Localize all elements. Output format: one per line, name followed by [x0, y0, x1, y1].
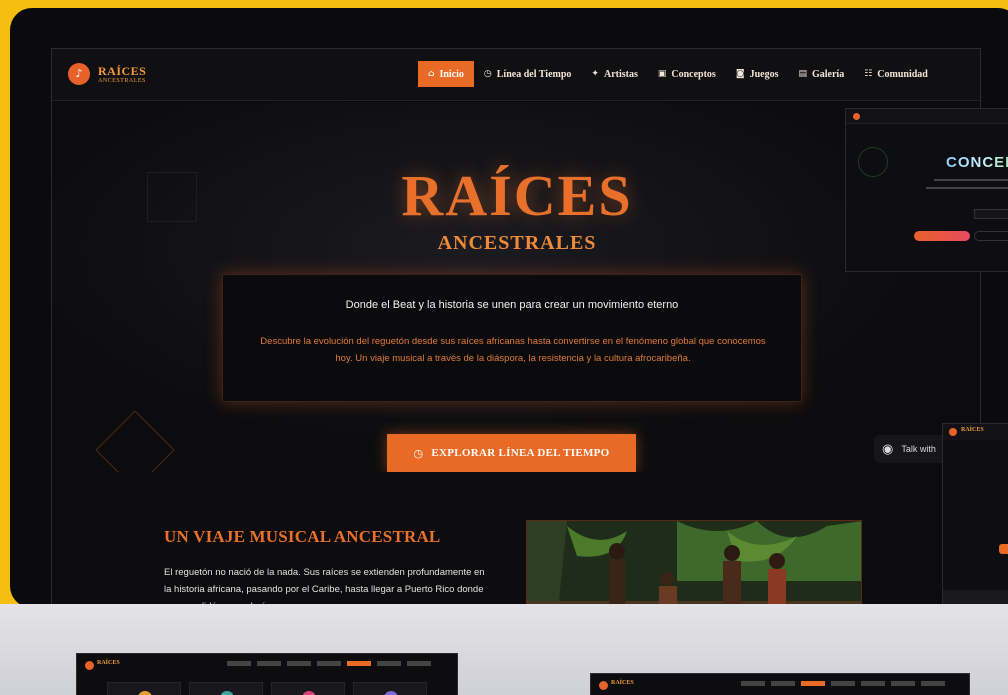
primary-button[interactable] — [914, 231, 970, 241]
mini-card[interactable] — [107, 682, 181, 695]
clock-icon: ◷ — [483, 69, 492, 79]
mini-screen-juegos: RAÍCES — [76, 653, 458, 695]
nav-item-label: Línea del Tiempo — [496, 68, 572, 80]
nav-item-conceptos[interactable]: ▣ Conceptos — [648, 61, 726, 87]
clock-icon: ◷ — [413, 446, 424, 460]
music-note-icon — [949, 428, 957, 436]
mini-card[interactable] — [271, 682, 345, 695]
mini-brand: RAÍCES — [611, 680, 634, 686]
thumbnail-footer — [943, 590, 1008, 604]
thumbnail-button[interactable] — [999, 544, 1008, 554]
book-icon: ▣ — [657, 69, 667, 79]
logo-title[interactable]: RAÍCES — [98, 64, 146, 79]
nav-item-label: Inicio — [439, 68, 464, 80]
logo-subtitle[interactable]: ANCESTRALES — [98, 78, 146, 84]
nav-item-label: Comunidad — [877, 68, 928, 80]
nav-item-artistas[interactable]: ✦ Artistas — [581, 61, 647, 87]
music-note-icon — [599, 681, 608, 690]
section-text: El reguetón no nació de la nada. Sus raí… — [164, 567, 485, 605]
headset-icon: ◉ — [882, 441, 894, 457]
section-title: UN VIAJE MUSICAL ANCESTRAL — [164, 527, 441, 546]
nav-item-comunidad[interactable]: ☷ Comunidad — [854, 61, 938, 87]
mini-card[interactable] — [189, 682, 263, 695]
nav-item-label: Artistas — [603, 68, 638, 80]
users-icon: ☷ — [864, 69, 873, 79]
nav-item-inicio[interactable]: ⌂ Inicio — [418, 61, 474, 87]
search-input[interactable] — [974, 209, 1008, 219]
mini-nav — [741, 681, 945, 688]
conceptos-page-thumbnail: CONCEP — [845, 108, 1008, 272]
mini-screen-galeria: RAÍCES — [590, 673, 970, 695]
chat-label: Talk with — [901, 444, 936, 454]
hero-tagline: Donde el Beat y la historia se unen para… — [345, 299, 679, 311]
hero-section: RAÍCES ANCESTRALES Donde el Beat y la hi… — [52, 102, 980, 490]
conceptos-title: CONCEP — [946, 154, 1008, 171]
side-page-thumbnail: RAÍCES — [942, 423, 1008, 605]
home-icon: ⌂ — [428, 69, 435, 79]
nav-item-label: Conceptos — [671, 68, 716, 80]
musical-journey-section: UN VIAJE MUSICAL ANCESTRAL El reguetón n… — [52, 472, 980, 605]
nav-item-label: Juegos — [749, 68, 779, 80]
top-navbar: ♪ RAÍCES ANCESTRALES ⌂ Inicio ◷ Línea de… — [52, 49, 980, 101]
mini-card-row — [107, 682, 427, 695]
nav-item-galeria[interactable]: ▤ Galería — [788, 61, 854, 87]
gamepad-icon: ◙ — [735, 69, 745, 79]
secondary-button[interactable] — [974, 231, 1008, 241]
thumbnail-navbar: RAÍCES — [943, 424, 1008, 440]
explore-timeline-button[interactable]: ◷ EXPLORAR LÍNEA DEL TIEMPO — [387, 434, 636, 472]
mini-brand: RAÍCES — [97, 660, 120, 666]
music-note-icon — [853, 113, 860, 120]
hero-intro-card: Donde el Beat y la historia se unen para… — [222, 274, 802, 402]
nav-item-label: Galería — [811, 68, 845, 80]
music-note-icon[interactable]: ♪ — [68, 63, 90, 85]
nav-item-linea-del-tiempo[interactable]: ◷ Línea del Tiempo — [474, 61, 582, 87]
nav-menu: ⌂ Inicio ◷ Línea del Tiempo ✦ Artistas ▣… — [418, 61, 938, 87]
text-line — [926, 187, 1008, 189]
ancestral-musicians-photo — [526, 520, 862, 605]
jungle-photo-illustration — [527, 521, 861, 605]
hero-subtitle: ANCESTRALES — [437, 232, 597, 254]
text-line — [934, 179, 1008, 181]
user-icon: ✦ — [591, 69, 599, 79]
hero-title: RAÍCES — [401, 163, 633, 228]
decorative-circle — [858, 147, 888, 177]
cta-label: EXPLORAR LÍNEA DEL TIEMPO — [431, 447, 610, 459]
mini-card[interactable] — [353, 682, 427, 695]
hero-description: Descubre la evolución del reguetón desde… — [260, 336, 766, 364]
thumbnail-brand: RAÍCES — [961, 427, 984, 433]
browser-viewport: ♪ RAÍCES ANCESTRALES ⌂ Inicio ◷ Línea de… — [51, 48, 981, 606]
mini-nav — [227, 661, 431, 668]
thumbnail-navbar — [846, 109, 1008, 124]
music-note-icon — [85, 661, 94, 670]
monitor-frame: ♪ RAÍCES ANCESTRALES ⌂ Inicio ◷ Línea de… — [10, 8, 1008, 608]
nav-item-juegos[interactable]: ◙ Juegos — [726, 61, 789, 87]
image-icon: ▤ — [798, 69, 807, 79]
